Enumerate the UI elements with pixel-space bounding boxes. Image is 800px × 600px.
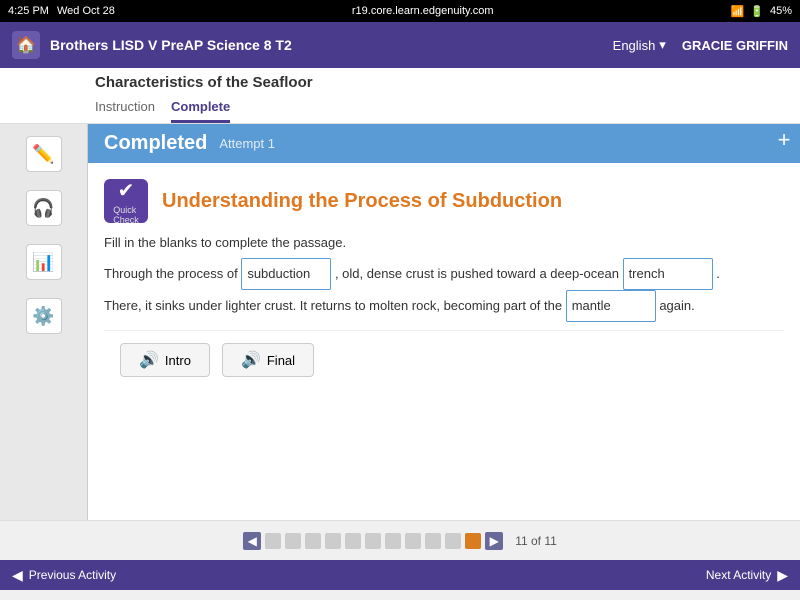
sentence1-end: . <box>716 266 720 281</box>
wifi-icon: 📶 <box>731 5 745 18</box>
page-dot-7[interactable] <box>385 533 401 549</box>
attempt-badge: Attempt 1 <box>219 136 275 151</box>
chevron-down-icon: ▾ <box>659 37 666 53</box>
page-dot-4[interactable] <box>325 533 341 549</box>
headphone-icon: 🎧 <box>32 198 54 219</box>
settings-icon: ⚙️ <box>32 306 54 327</box>
completed-banner: Completed Attempt 1 <box>88 124 800 163</box>
status-day: Wed Oct 28 <box>57 5 115 17</box>
page-prev-button[interactable]: ◀ <box>243 532 261 550</box>
course-title: Brothers LISD V PreAP Science 8 T2 <box>50 37 292 53</box>
page-title: Characteristics of the Seafloor <box>95 74 788 95</box>
page-dot-3[interactable] <box>305 533 321 549</box>
sidebar-settings-button[interactable]: ⚙️ <box>26 298 62 334</box>
home-button[interactable]: 🏠 <box>12 31 40 59</box>
audio-buttons: 🔊 Intro 🔊 Final <box>104 330 784 389</box>
intro-audio-button[interactable]: 🔊 Intro <box>120 343 210 377</box>
page-count: 11 of 11 <box>515 534 557 548</box>
tab-bar: Instruction Complete <box>95 95 788 123</box>
pencil-icon: ✏️ <box>32 144 54 165</box>
sentence2-after: again. <box>659 298 694 313</box>
page-dot-11[interactable] <box>465 533 481 549</box>
sub-header: Characteristics of the Seafloor Instruct… <box>0 68 800 124</box>
final-audio-button[interactable]: 🔊 Final <box>222 343 314 377</box>
next-activity-label: Next Activity <box>706 568 771 582</box>
intro-speaker-icon: 🔊 <box>139 350 159 370</box>
page-next-button[interactable]: ▶ <box>485 532 503 550</box>
next-activity-button[interactable]: Next Activity ▶ <box>706 567 788 584</box>
qc-icon: ✔ QuickCheck <box>104 179 148 223</box>
sidebar-calculator-button[interactable]: 📊 <box>26 244 62 280</box>
page-dot-10[interactable] <box>445 533 461 549</box>
quick-check-section: ✔ QuickCheck Understanding the Process o… <box>88 163 800 405</box>
tab-instruction[interactable]: Instruction <box>95 95 155 123</box>
sentence1-mid: , old, dense crust is pushed toward a de… <box>335 266 623 281</box>
page-dot-8[interactable] <box>405 533 421 549</box>
next-arrow-icon: ▶ <box>777 567 788 584</box>
fill-instruction: Fill in the blanks to complete the passa… <box>104 235 784 250</box>
calculator-icon: 📊 <box>32 252 54 273</box>
prev-activity-label: Previous Activity <box>29 568 116 582</box>
pagination-bar: ◀ ▶ 11 of 11 <box>0 520 800 560</box>
bottom-nav: ◀ Previous Activity Next Activity ▶ <box>0 560 800 590</box>
status-time: 4:25 PM <box>8 5 49 17</box>
page-dot-2[interactable] <box>285 533 301 549</box>
sentence1-before: Through the process of <box>104 266 241 281</box>
prev-arrow-icon: ◀ <box>12 567 23 584</box>
tab-complete[interactable]: Complete <box>171 95 230 123</box>
completed-label: Completed <box>104 132 207 155</box>
battery-level: 45% <box>770 5 792 17</box>
intro-label: Intro <box>165 353 191 368</box>
final-speaker-icon: 🔊 <box>241 350 261 370</box>
language-label: English <box>613 38 656 53</box>
user-name: GRACIE GRIFFIN <box>682 38 788 53</box>
trench-input[interactable]: trench <box>623 258 713 290</box>
checkmark-icon: ✔ <box>118 178 135 203</box>
battery-icon: 🔋 <box>750 5 764 18</box>
qc-text: QuickCheck <box>113 205 139 225</box>
subduction-input[interactable]: subduction <box>241 258 331 290</box>
page-dot-1[interactable] <box>265 533 281 549</box>
sidebar-headphone-button[interactable]: 🎧 <box>26 190 62 226</box>
sidebar-pencil-button[interactable]: ✏️ <box>26 136 62 172</box>
mantle-input[interactable]: mantle <box>566 290 656 322</box>
sidebar: ✏️ 🎧 📊 ⚙️ <box>0 124 88 520</box>
add-button[interactable]: + <box>768 124 800 156</box>
status-url: r19.core.learn.edgenuity.com <box>352 5 494 17</box>
language-selector[interactable]: English ▾ <box>613 37 666 53</box>
passage-text: Through the process of subduction , old,… <box>104 258 784 322</box>
top-nav: 🏠 Brothers LISD V PreAP Science 8 T2 Eng… <box>0 22 800 68</box>
content-area: Completed Attempt 1 ✔ QuickCheck Underst… <box>88 124 800 520</box>
home-icon: 🏠 <box>16 35 36 55</box>
sentence2-before: There, it sinks under lighter crust. It … <box>104 298 566 313</box>
page-dot-9[interactable] <box>425 533 441 549</box>
qc-title: Understanding the Process of Subduction <box>162 190 562 213</box>
status-bar: 4:25 PM Wed Oct 28 r19.core.learn.edgenu… <box>0 0 800 22</box>
prev-activity-button[interactable]: ◀ Previous Activity <box>12 567 116 584</box>
final-label: Final <box>267 353 295 368</box>
page-dot-6[interactable] <box>365 533 381 549</box>
qc-header: ✔ QuickCheck Understanding the Process o… <box>104 179 784 223</box>
page-dot-5[interactable] <box>345 533 361 549</box>
